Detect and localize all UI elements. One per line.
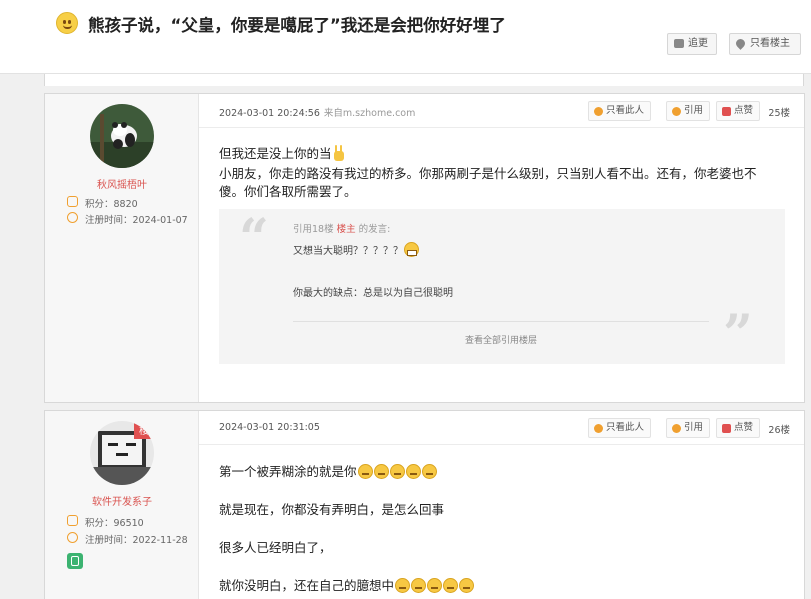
post-meta: 2024-03-01 20:24:56 来自m.szhome.com 只看此人 引… — [199, 94, 804, 128]
thinking-emoji-icon — [405, 464, 421, 479]
post-floor-25: 秋风摇梧叶 积分：8820 注册时间：2024-01-07 2024-03-01… — [44, 93, 805, 403]
grin-emoji-icon — [404, 242, 419, 257]
thinking-emoji-icon — [357, 464, 373, 479]
quote-floor: 引用18楼 — [293, 224, 334, 235]
thread-title: 熊孩子说，“父皇，你要是噶屁了”我还是会把你好好埋了 — [88, 16, 506, 35]
quote-icon — [672, 424, 681, 433]
like-label: 点赞 — [734, 105, 754, 116]
thinking-emoji-icon — [411, 578, 427, 593]
quote-divider — [293, 321, 709, 322]
post-source: 来自m.szhome.com — [323, 108, 416, 119]
only-op-label: 只看楼主 — [750, 38, 790, 49]
thinking-emoji-icon — [427, 578, 443, 593]
chase-button[interactable]: 追更 — [667, 33, 717, 55]
clock-icon — [67, 532, 78, 543]
smiley-icon — [56, 12, 78, 34]
post-line: 但我还是没上你的当 — [219, 145, 346, 163]
view-all-quotes-link[interactable]: 查看全部引用楼层 — [293, 333, 709, 346]
close-quote-icon: ” — [723, 304, 753, 365]
post-line: 傻。你们各取所需罢了。 — [219, 184, 357, 199]
author-panel: 秋风摇梧叶 积分：8820 注册时间：2024-01-07 — [45, 94, 199, 402]
floor-number: 25楼 — [768, 108, 790, 119]
thinking-emoji-icon — [373, 464, 389, 479]
drop-icon — [734, 37, 747, 50]
only-this-user-button[interactable]: 只看此人 — [588, 101, 652, 121]
chase-label: 追更 — [688, 38, 708, 49]
clock-icon — [67, 212, 78, 223]
quote-label: 引用 — [684, 105, 704, 116]
svg-text:楼: 楼 — [139, 424, 149, 437]
chase-icon — [674, 39, 684, 48]
quote-button[interactable]: 引用 — [666, 101, 711, 121]
post-line: 就你没明白，还在自己的臆想中 — [219, 577, 475, 595]
quote-header: 引用18楼 楼主 的发言: — [293, 221, 390, 235]
post-line-text: 就你没明白，还在自己的臆想中 — [219, 578, 395, 593]
avatar[interactable] — [90, 104, 154, 168]
post-floor-26: 楼 软件开发系子 积分：96510 注册时间：2022-11-28 2024-0… — [44, 410, 805, 599]
points-stat: 积分：96510 — [67, 515, 144, 529]
coin-icon — [67, 196, 78, 207]
author-name[interactable]: 秋风摇梧叶 — [45, 176, 199, 191]
thumb-up-icon — [722, 107, 731, 116]
user-icon — [594, 424, 603, 433]
mobile-phone-icon — [67, 553, 83, 569]
quote-line: 你最大的缺点：总是以为自己很聪明 — [293, 288, 453, 299]
victory-hand-icon — [332, 145, 346, 161]
points-value: 积分：8820 — [85, 199, 138, 210]
user-icon — [594, 107, 603, 116]
previous-post-bottom — [44, 74, 804, 86]
only-this-user-button[interactable]: 只看此人 — [588, 418, 652, 438]
only-label: 只看此人 — [606, 105, 645, 116]
points-value: 积分：96510 — [85, 518, 144, 529]
thinking-emoji-icon — [443, 578, 459, 593]
like-button[interactable]: 点赞 — [716, 101, 761, 121]
floor-number: 26楼 — [768, 425, 790, 436]
reg-value: 注册时间：2024-01-07 — [85, 215, 188, 226]
reg-stat: 注册时间：2022-11-28 — [67, 532, 188, 546]
post-line-text: 第一个被弄糊涂的就是你 — [219, 464, 357, 479]
post-time: 2024-03-01 20:24:56 来自m.szhome.com — [219, 105, 415, 119]
thinking-emoji-icon — [421, 464, 437, 479]
open-quote-icon: “ — [239, 208, 269, 269]
like-button[interactable]: 点赞 — [716, 418, 761, 438]
only-op-button[interactable]: 只看楼主 — [729, 33, 801, 55]
thinking-emoji-icon — [459, 578, 475, 593]
post-line-text: 但我还是没上你的当 — [219, 146, 332, 161]
author-panel: 楼 软件开发系子 积分：96510 注册时间：2022-11-28 — [45, 411, 199, 599]
thinking-emoji-icon — [395, 578, 411, 593]
quote-line-text: 又想当大聪明？？？？？ — [293, 246, 403, 257]
avatar[interactable]: 楼 — [90, 421, 154, 485]
points-stat: 积分：8820 — [67, 196, 138, 210]
quote-label: 引用 — [684, 422, 704, 433]
coin-icon — [67, 515, 78, 526]
like-label: 点赞 — [734, 422, 754, 433]
post-time-value: 2024-03-01 20:24:56 — [219, 108, 320, 119]
reg-stat: 注册时间：2024-01-07 — [67, 212, 188, 226]
quote-suffix: 的发言: — [358, 224, 391, 235]
quote-block: “ 引用18楼 楼主 的发言: 又想当大聪明？？？？？ 你最大的缺点：总是以为自… — [219, 209, 785, 364]
post-line: 很多人已经明白了， — [219, 540, 332, 555]
quote-button[interactable]: 引用 — [666, 418, 711, 438]
post-line: 第一个被弄糊涂的就是你 — [219, 463, 437, 481]
quote-author[interactable]: 楼主 — [337, 224, 356, 235]
reg-value: 注册时间：2022-11-28 — [85, 535, 188, 546]
post-time: 2024-03-01 20:31:05 — [219, 422, 320, 433]
thumb-up-icon — [722, 424, 731, 433]
author-name[interactable]: 软件开发系子 — [45, 493, 199, 508]
quote-line: 又想当大聪明？？？？？ — [293, 242, 419, 257]
thread-header: 熊孩子说，“父皇，你要是噶屁了”我还是会把你好好埋了 追更 只看楼主 — [0, 0, 811, 74]
quote-icon — [672, 107, 681, 116]
post-line: 小朋友，你走的路没有我过的桥多。你那两刷子是什么级别，只当别人看不出。还有，你老… — [219, 166, 757, 181]
post-line: 就是现在，你都没有弄明白，是怎么回事 — [219, 502, 445, 517]
thinking-emoji-icon — [389, 464, 405, 479]
only-label: 只看此人 — [606, 422, 645, 433]
post-meta: 2024-03-01 20:31:05 只看此人 引用 点赞 26楼 — [199, 411, 804, 445]
